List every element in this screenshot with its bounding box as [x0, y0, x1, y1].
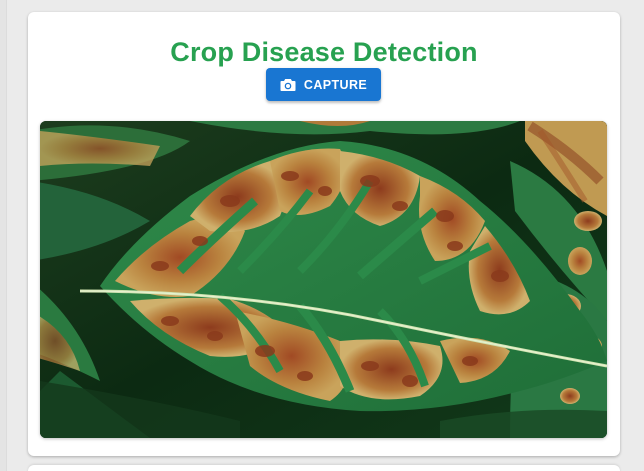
detection-card: Crop Disease Detection CAPTURE [28, 12, 620, 456]
camera-icon [280, 78, 296, 92]
captured-leaf-image [40, 121, 607, 438]
left-edge [0, 0, 7, 471]
next-card-edge [28, 465, 620, 471]
app-window: Crop Disease Detection CAPTURE [0, 0, 644, 471]
capture-button-label: CAPTURE [303, 77, 368, 92]
capture-button[interactable]: CAPTURE [266, 68, 381, 101]
page-title: Crop Disease Detection [170, 37, 478, 67]
